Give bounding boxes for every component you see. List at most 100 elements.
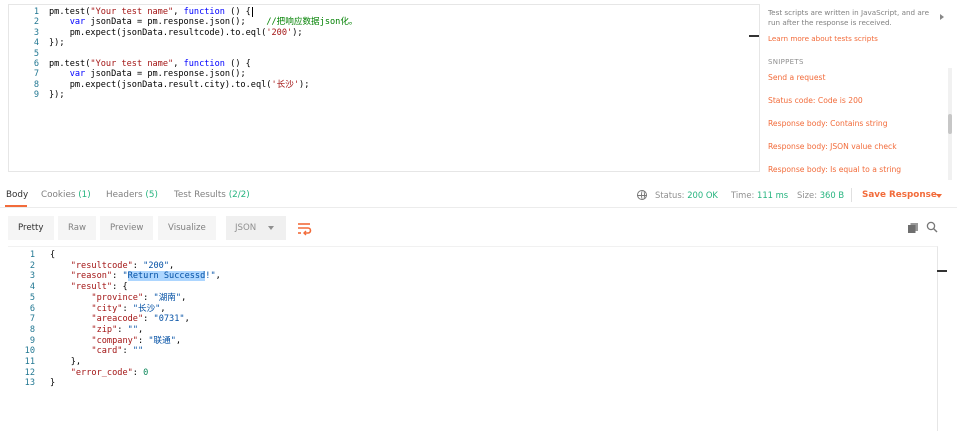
line-number: 8: [33, 79, 39, 90]
line-number: 1: [29, 250, 35, 260]
visualize-button[interactable]: Visualize: [158, 216, 216, 240]
line-number: 2: [29, 260, 35, 271]
text-cursor: [251, 7, 253, 17]
pretty-button[interactable]: Pretty: [8, 216, 54, 240]
active-tab-indicator: [5, 205, 27, 207]
size-value: 360 B: [819, 190, 845, 200]
tab-headers[interactable]: Headers (5): [106, 190, 158, 200]
code-text: "province": "湖南",: [91, 292, 187, 303]
response-tab-bar: Body Cookies (1) Headers (5) Test Result…: [0, 182, 957, 208]
line-number: 4: [33, 38, 39, 49]
snippet-equal-to-string[interactable]: Response body: Is equal to a string: [768, 165, 901, 174]
response-line: 13}: [8, 378, 908, 389]
tab-cookies[interactable]: Cookies (1): [41, 190, 91, 200]
test-script-editor[interactable]: 1 pm.test("Your test name", function () {…: [8, 4, 760, 172]
line-number: 6: [33, 59, 39, 69]
editor-line: 3 pm.expect(jsonData.resultcode).to.eql(…: [9, 28, 749, 38]
editor-line: 5: [9, 49, 749, 59]
code-text: });: [49, 38, 65, 49]
line-number: 12: [24, 367, 35, 378]
preview-button[interactable]: Preview: [100, 216, 154, 240]
code-text: }: [50, 378, 56, 389]
line-number: 7: [33, 69, 39, 80]
response-line: 12 "error_code": 0: [8, 368, 908, 379]
response-line: 3 "reason": "Return Successd!",: [8, 271, 908, 282]
learn-tests-link[interactable]: Learn more about tests scripts: [768, 34, 878, 43]
response-line: 7 "areacode": "0731",: [8, 314, 908, 325]
code-text: "reason": "Return Successd!",: [70, 271, 221, 282]
response-line: 9 "company": "联通",: [8, 336, 908, 347]
response-format-toolbar: Pretty Raw Preview Visualize JSON: [8, 216, 948, 240]
code-text: },: [50, 357, 82, 367]
line-number: 13: [24, 378, 35, 389]
editor-scroll-marker: [749, 35, 759, 37]
line-number: 6: [29, 303, 35, 314]
chevron-down-icon[interactable]: [936, 194, 942, 198]
line-number: 7: [29, 314, 35, 325]
line-number: 3: [33, 27, 39, 38]
snippets-scrollbar-thumb[interactable]: [948, 114, 952, 134]
code-text: pm.test("Your test name", function () {: [49, 59, 251, 69]
time-info: Time: 111 ms: [731, 190, 788, 200]
line-number: 2: [33, 17, 39, 28]
snippet-status-code[interactable]: Status code: Code is 200: [768, 96, 863, 105]
editor-line: 8 pm.expect(jsonData.result.city).to.eql…: [9, 80, 749, 90]
tab-cookies-label: Cookies: [41, 190, 76, 200]
size-info: Size: 360 B: [797, 190, 844, 200]
line-number: 9: [29, 335, 35, 346]
response-line: 6 "city": "长沙",: [8, 304, 908, 315]
line-number: 10: [24, 346, 35, 357]
chevron-right-icon[interactable]: [940, 14, 944, 20]
editor-line: 7 var jsonData = pm.response.json();: [9, 69, 749, 79]
response-line: 10 "card": "": [8, 346, 908, 357]
editor-line: 9});: [9, 90, 749, 100]
time-value: 111 ms: [757, 190, 789, 200]
raw-button[interactable]: Raw: [58, 216, 97, 240]
code-text: pm.expect(jsonData.result.city).to.eql('…: [49, 79, 310, 90]
wrap-lines-button[interactable]: [293, 216, 315, 240]
globe-icon[interactable]: [637, 190, 647, 200]
cookies-count: (1): [78, 190, 91, 200]
code-text: "resultcode": "200",: [70, 260, 175, 271]
snippet-json-value-check[interactable]: Response body: JSON value check: [768, 142, 897, 151]
headers-count: (5): [145, 190, 158, 200]
format-select-value: JSON: [235, 223, 257, 233]
tab-test-results-label: Test Results: [174, 190, 226, 200]
format-select[interactable]: JSON: [226, 216, 286, 240]
code-text: "areacode": "0731",: [91, 314, 190, 325]
search-icon[interactable]: [926, 221, 938, 233]
response-line: 4 "result": {: [8, 282, 908, 293]
response-line: 1{: [8, 250, 908, 261]
line-number: 5: [29, 292, 35, 303]
snippet-send-request[interactable]: Send a request: [768, 73, 825, 82]
line-number: 5: [33, 48, 39, 59]
line-number: 9: [33, 90, 39, 101]
editor-line: 2 var jsonData = pm.response.json(); //把…: [9, 17, 749, 27]
code-text: "result": {: [70, 282, 128, 293]
copy-icon[interactable]: [908, 223, 918, 233]
time-label: Time:: [731, 190, 755, 200]
size-label: Size:: [797, 190, 818, 200]
snippets-heading: SNIPPETS: [768, 58, 804, 66]
line-number: 4: [29, 282, 35, 293]
code-text: pm.expect(jsonData.resultcode).to.eql('2…: [49, 27, 303, 38]
tab-test-results[interactable]: Test Results (2/2): [174, 190, 250, 200]
response-line: 11 },: [8, 357, 908, 368]
save-response-button[interactable]: Save Response: [862, 190, 937, 200]
code-text: {: [50, 250, 56, 260]
snippet-contains-string[interactable]: Response body: Contains string: [768, 119, 888, 128]
response-body-viewer[interactable]: 1{2 "resultcode": "200", 3 "reason": "Ret…: [8, 246, 938, 431]
code-text: });: [49, 90, 65, 101]
code-text: "city": "长沙",: [91, 303, 166, 314]
response-line: 5 "province": "湖南",: [8, 293, 908, 304]
status-value: 200 OK: [687, 190, 718, 200]
tab-body[interactable]: Body: [6, 190, 28, 200]
code-text: "error_code": 0: [70, 367, 149, 378]
code-text: var jsonData = pm.response.json(); //把响应…: [69, 17, 358, 28]
tab-body-label: Body: [6, 190, 29, 200]
code-text: "zip": "",: [91, 324, 144, 335]
response-scroll-marker: [937, 270, 947, 272]
editor-line: 4});: [9, 38, 749, 48]
editor-line: 1 pm.test("Your test name", function () {: [9, 7, 749, 17]
response-line: 2 "resultcode": "200",: [8, 261, 908, 272]
